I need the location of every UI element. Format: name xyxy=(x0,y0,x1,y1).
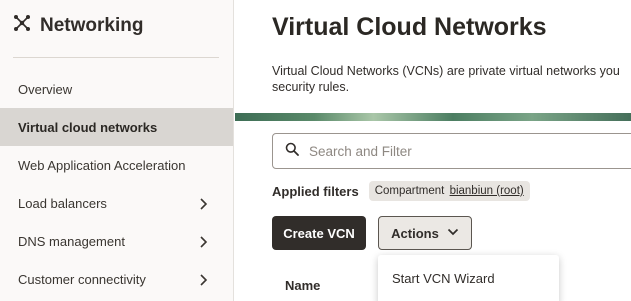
compartment-filter-chip[interactable]: Compartment bianbiun (root) xyxy=(368,181,530,201)
search-box[interactable] xyxy=(272,133,631,169)
sidebar-title: Networking xyxy=(40,14,144,36)
sidebar-item-label: Customer connectivity xyxy=(18,271,146,287)
table-column-header-name[interactable]: Name xyxy=(285,278,320,293)
menu-item-start-vcn-wizard[interactable]: Start VCN Wizard xyxy=(392,271,559,286)
sidebar-item-customer-connectivity[interactable]: Customer connectivity xyxy=(0,260,233,298)
sidebar-item-overview[interactable]: Overview xyxy=(0,70,233,108)
network-icon xyxy=(13,14,31,37)
sidebar-item-virtual-cloud-networks[interactable]: Virtual cloud networks xyxy=(0,108,233,146)
sidebar-item-dns-management[interactable]: DNS management xyxy=(0,222,233,260)
page-description: Virtual Cloud Networks (VCNs) are privat… xyxy=(272,64,620,94)
page-title: Virtual Cloud Networks xyxy=(272,13,547,41)
sidebar-item-web-application-acceleration[interactable]: Web Application Acceleration xyxy=(0,146,233,184)
sidebar-nav: Overview Virtual cloud networks Web Appl… xyxy=(0,70,233,298)
sidebar-item-label: Virtual cloud networks xyxy=(18,119,158,135)
applied-filters: Applied filters Compartment bianbiun (ro… xyxy=(272,181,530,201)
search-icon xyxy=(285,142,299,161)
applied-filters-label: Applied filters xyxy=(272,183,359,199)
filter-chip-value[interactable]: bianbiun (root) xyxy=(450,185,524,197)
sidebar: Networking Overview Virtual cloud networ… xyxy=(0,0,234,301)
sidebar-divider xyxy=(13,57,219,58)
actions-button[interactable]: Actions xyxy=(378,216,472,250)
sidebar-header: Networking xyxy=(13,14,143,37)
chevron-down-icon xyxy=(447,226,459,241)
chevron-right-icon xyxy=(199,198,209,210)
chevron-right-icon xyxy=(199,236,209,248)
sidebar-item-label: Overview xyxy=(18,81,73,97)
actions-button-label: Actions xyxy=(391,225,439,241)
sidebar-item-label: Load balancers xyxy=(18,195,107,211)
sidebar-item-label: DNS management xyxy=(18,233,125,249)
sidebar-item-label: Web Application Acceleration xyxy=(18,157,186,173)
main-content: Virtual Cloud Networks Virtual Cloud Net… xyxy=(235,0,631,301)
decorative-banner xyxy=(235,113,631,121)
actions-dropdown-menu: Start VCN Wizard xyxy=(378,255,559,301)
sidebar-item-load-balancers[interactable]: Load balancers xyxy=(0,184,233,222)
chevron-right-icon xyxy=(199,274,209,286)
search-input[interactable] xyxy=(309,143,609,159)
filter-chip-key: Compartment xyxy=(374,185,445,197)
create-vcn-button[interactable]: Create VCN xyxy=(272,216,366,250)
